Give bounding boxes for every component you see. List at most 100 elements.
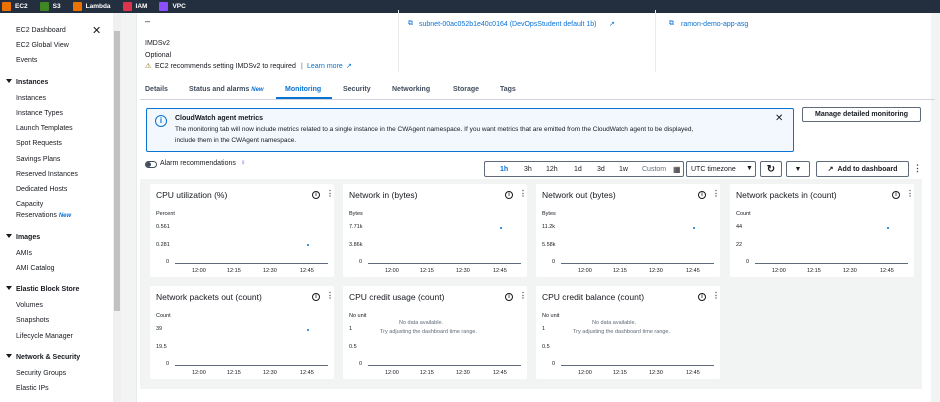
y-axis-unit-label: Count	[736, 211, 751, 217]
info-icon: i	[155, 115, 167, 127]
range-1d[interactable]: 1d	[574, 161, 582, 177]
tab-monitoring[interactable]: Monitoring	[285, 86, 321, 93]
info-icon[interactable]: i	[698, 293, 706, 301]
range-1h[interactable]: 1h	[500, 161, 508, 177]
y-tick-label: 0.5	[542, 343, 550, 350]
sidebar-item-instance-types[interactable]: Instance Types	[16, 110, 63, 117]
sidebar-item-spot-requests[interactable]: Spot Requests	[16, 140, 62, 147]
info-icon[interactable]: i	[698, 191, 706, 199]
data-point	[693, 227, 695, 229]
refresh-options-button[interactable]: ▼	[786, 161, 810, 177]
metric-card: CPU credit balance (count) i ⋮ No unit 1 0.5 0…	[536, 286, 720, 379]
service-s3[interactable]: S3	[39, 2, 61, 11]
asg-link[interactable]: ramon-demo-app-asg	[681, 21, 748, 28]
sidebar-scrollbar[interactable]	[113, 13, 121, 402]
sidebar-item-lifecycle-manager[interactable]: Lifecycle Manager	[16, 333, 73, 340]
sidebar-item-ec2-dashboard[interactable]: EC2 Dashboard	[16, 27, 66, 34]
info-icon[interactable]: i	[892, 191, 900, 199]
close-icon[interactable]: ✕	[775, 113, 783, 124]
sidebar-item-reservations[interactable]: Reservations New	[16, 212, 71, 219]
metric-title: CPU credit balance (count)	[542, 292, 645, 302]
service-label: VPC	[172, 3, 186, 10]
calendar-icon[interactable]: ▦	[673, 161, 681, 177]
tab-tags[interactable]: Tags	[500, 86, 516, 93]
service-lambda[interactable]: Lambda	[72, 2, 111, 11]
range-3h[interactable]: 3h	[524, 161, 532, 177]
sidebar-item-reserved-instances[interactable]: Reserved Instances	[16, 171, 78, 178]
metric-title: CPU utilization (%)	[156, 190, 228, 200]
timezone-select[interactable]: UTC timezone ▼	[686, 161, 756, 177]
x-tick-label: 12:30	[263, 268, 277, 274]
x-tick-label: 12:30	[456, 370, 470, 376]
more-options-icon[interactable]: ⋮	[326, 291, 334, 300]
service-ec2[interactable]: EC2	[2, 2, 28, 11]
service-iam[interactable]: IAM	[122, 2, 147, 11]
more-options-icon[interactable]: ⋮	[326, 189, 334, 198]
sidebar-item-launch-templates[interactable]: Launch Templates	[16, 125, 73, 132]
detail-dash: –	[145, 16, 151, 26]
tab-networking[interactable]: Networking	[392, 86, 430, 93]
sidebar-item-dedicated-hosts[interactable]: Dedicated Hosts	[16, 186, 67, 193]
tab-storage[interactable]: Storage	[453, 86, 479, 93]
more-options-icon[interactable]: ⋮	[712, 189, 720, 198]
sidebar-section-ebs[interactable]: Elastic Block Store	[6, 286, 79, 293]
sidebar-item-savings-plans[interactable]: Savings Plans	[16, 156, 60, 163]
section-title: Network & Security	[16, 354, 81, 361]
more-options-icon[interactable]: ⋮	[519, 291, 527, 300]
y-tick-label: 3.86k	[349, 241, 363, 248]
more-options-icon[interactable]: ⋮	[913, 163, 922, 174]
metric-card: Network in (bytes) i ⋮ Bytes 7.71k 3.86k 0 12:0…	[343, 184, 527, 277]
tab-details[interactable]: Details	[145, 86, 168, 93]
sidebar-item-ami-catalog[interactable]: AMI Catalog	[16, 265, 55, 272]
data-point	[307, 244, 309, 247]
service-vpc[interactable]: VPC	[159, 2, 186, 11]
alarm-toggle[interactable]	[145, 161, 157, 168]
refresh-button[interactable]: ↻	[760, 161, 782, 177]
subnet-link[interactable]: subnet-00ac052b1e40c0164 (DevOpsStudent …	[419, 21, 596, 28]
sidebar-item-instances[interactable]: Instances	[16, 95, 46, 102]
x-tick-label: 12:00	[772, 268, 786, 274]
tab-status-alarms[interactable]: Status and alarms New	[189, 86, 264, 93]
info-icon[interactable]: i	[505, 191, 513, 199]
more-options-icon[interactable]: ⋮	[712, 291, 720, 300]
imds-value: Optional	[145, 52, 172, 59]
new-badge: New	[58, 213, 72, 219]
scrollbar-thumb[interactable]	[114, 31, 120, 311]
sidebar-item-security-groups[interactable]: Security Groups	[16, 370, 66, 377]
external-link-icon[interactable]: ↗	[609, 20, 615, 28]
sidebar-section-instances[interactable]: Instances	[6, 79, 48, 86]
close-icon[interactable]: ✕	[92, 24, 101, 37]
external-link-icon[interactable]: ↗	[346, 62, 352, 70]
caret-down-icon: ▼	[794, 165, 802, 173]
copy-icon[interactable]: ⧉	[669, 20, 674, 28]
copy-icon[interactable]: ⧉	[408, 20, 413, 28]
sidebar-item-capacity[interactable]: Capacity	[16, 201, 43, 208]
range-12h[interactable]: 12h	[546, 161, 558, 177]
range-1w[interactable]: 1w	[619, 161, 628, 177]
sidebar-item-elastic-ips[interactable]: Elastic IPs	[16, 385, 49, 392]
info-icon[interactable]: i	[312, 191, 320, 199]
more-options-icon[interactable]: ⋮	[519, 189, 527, 198]
y-tick-label: 22	[736, 241, 743, 248]
info-icon[interactable]: i	[505, 293, 513, 301]
sidebar-section-images[interactable]: Images	[6, 234, 40, 241]
range-3d[interactable]: 3d	[597, 161, 605, 177]
tab-security[interactable]: Security	[343, 86, 371, 93]
sidebar-item-events[interactable]: Events	[16, 57, 37, 64]
manage-monitoring-button[interactable]: Manage detailed monitoring	[802, 107, 921, 122]
sidebar-section-network-security[interactable]: Network & Security	[6, 354, 80, 361]
add-to-dashboard-button[interactable]: ↗ Add to dashboard	[816, 161, 909, 177]
sidebar-item-volumes[interactable]: Volumes	[16, 302, 43, 309]
caret-down-icon	[6, 234, 12, 238]
learn-more-link[interactable]: Learn more	[307, 63, 343, 70]
y-tick-label: 39	[156, 326, 163, 332]
range-custom[interactable]: Custom	[642, 161, 666, 177]
x-axis-line	[175, 365, 328, 366]
info-icon[interactable]: i	[312, 293, 320, 301]
x-tick-label: 12:00	[578, 370, 592, 376]
more-options-icon[interactable]: ⋮	[906, 189, 914, 198]
sidebar-item-global-view[interactable]: EC2 Global View	[16, 42, 69, 49]
ec2-icon	[2, 2, 11, 11]
sidebar-item-amis[interactable]: AMIs	[16, 250, 32, 257]
sidebar-item-snapshots[interactable]: Snapshots	[16, 317, 49, 324]
